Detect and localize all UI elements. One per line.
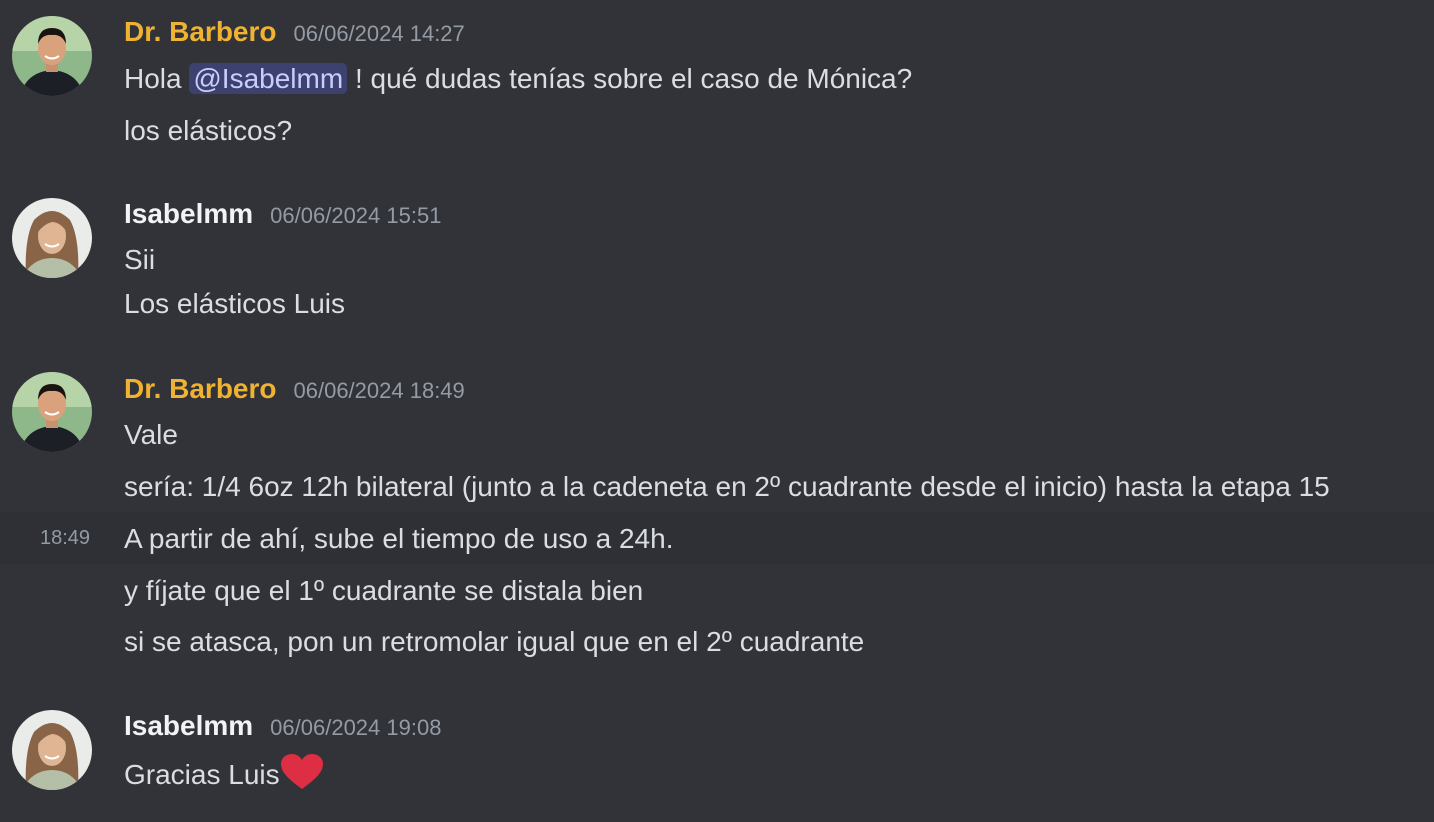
avatar[interactable] xyxy=(12,710,92,790)
message-line: los elásticos? xyxy=(124,115,293,146)
isabel-avatar-icon xyxy=(12,198,92,278)
message-line: sería: 1/4 6oz 12h bilateral (junto a la… xyxy=(124,471,1330,502)
user-mention[interactable]: @Isabelmm xyxy=(189,63,348,94)
message-header: Isabelmm 06/06/2024 19:08 xyxy=(124,710,441,746)
message-line: Hola @Isabelmm ! qué dudas tenías sobre … xyxy=(124,61,912,97)
message-line: Gracias Luis xyxy=(124,754,324,793)
doctor-avatar-icon xyxy=(12,372,92,452)
author-name[interactable]: Isabelmm xyxy=(124,198,253,230)
message-timestamp[interactable]: 06/06/2024 19:08 xyxy=(270,715,441,741)
message-timestamp[interactable]: 06/06/2024 18:49 xyxy=(294,378,465,404)
avatar[interactable] xyxy=(12,372,92,452)
message-header: Dr. Barbero 06/06/2024 18:49 xyxy=(124,373,465,409)
message-text: ! qué dudas tenías sobre el caso de Móni… xyxy=(347,63,913,94)
message-timestamp[interactable]: 06/06/2024 14:27 xyxy=(294,21,465,47)
message-text: Hola xyxy=(124,63,190,94)
avatar[interactable] xyxy=(12,16,92,96)
message-line: si se atasca, pon un retromolar igual qu… xyxy=(124,626,865,657)
author-name[interactable]: Isabelmm xyxy=(124,710,253,742)
message-line: Sii xyxy=(124,244,156,275)
message-timestamp[interactable]: 06/06/2024 15:51 xyxy=(270,203,441,229)
message-line: y fíjate que el 1º cuadrante se distala … xyxy=(124,575,644,606)
message-header: Isabelmm 06/06/2024 15:51 xyxy=(124,198,441,234)
avatar[interactable] xyxy=(12,198,92,278)
message-text: Gracias Luis xyxy=(124,759,280,790)
hover-timestamp: 18:49 xyxy=(40,527,91,549)
message-line: Vale xyxy=(124,419,178,450)
message-header: Dr. Barbero 06/06/2024 14:27 xyxy=(124,16,465,52)
isabel-avatar-icon xyxy=(12,710,92,790)
heart-emoji-icon[interactable] xyxy=(280,754,324,790)
message-line: Los elásticos Luis xyxy=(124,288,346,319)
doctor-avatar-icon xyxy=(12,16,92,96)
author-name[interactable]: Dr. Barbero xyxy=(124,373,277,405)
message-line: A partir de ahí, sube el tiempo de uso a… xyxy=(124,523,674,554)
chat-message-list: 18:49 Dr. Barbero 06/06/2024 14:27 Hola … xyxy=(0,0,1434,822)
author-name[interactable]: Dr. Barbero xyxy=(124,16,277,48)
